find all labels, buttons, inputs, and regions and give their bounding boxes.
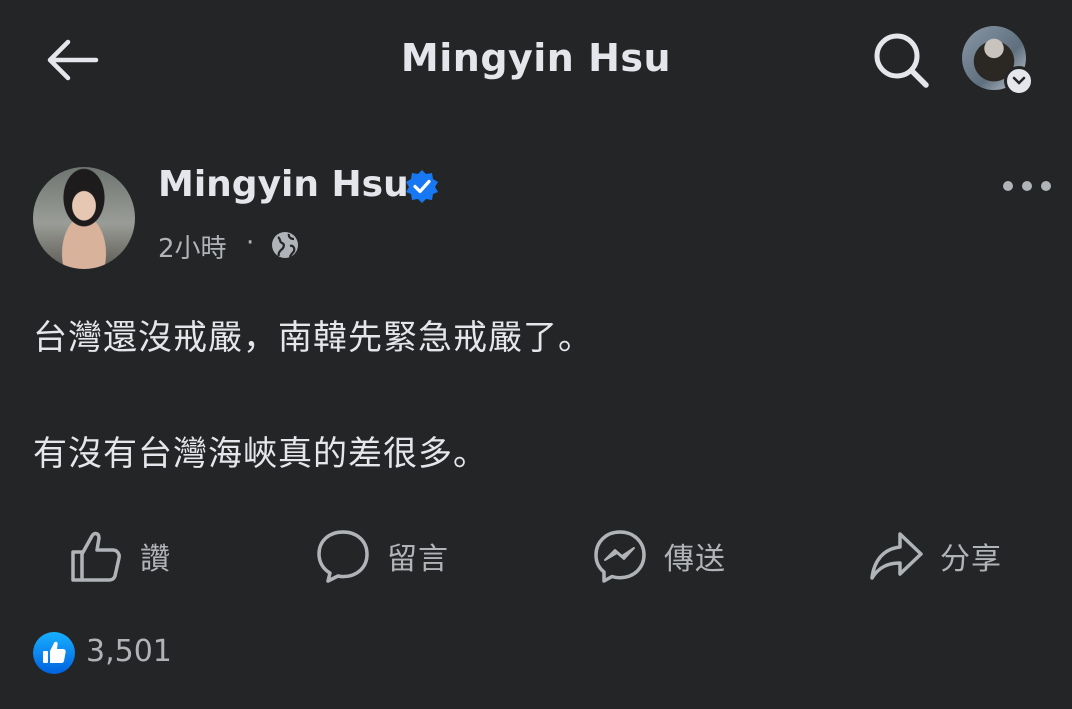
share-button[interactable]: 分享	[868, 525, 1002, 587]
chevron-down-icon[interactable]	[1004, 66, 1034, 96]
share-arrow-icon	[870, 532, 923, 580]
globe-icon	[272, 232, 298, 258]
comment-button[interactable]: 留言	[315, 525, 449, 587]
thumbs-up-icon	[71, 531, 121, 582]
comment-bubble-icon	[317, 530, 369, 583]
share-label: 分享	[940, 542, 1002, 577]
like-button[interactable]: 讚	[68, 525, 171, 587]
reaction-count[interactable]: 3,501	[86, 634, 172, 669]
send-button[interactable]: 傳送	[592, 525, 726, 587]
post-timestamp[interactable]: 2小時	[158, 228, 227, 265]
timestamp-separator: ·	[246, 228, 255, 258]
more-dots-icon	[1003, 181, 1051, 191]
post-text-line: 有沒有台灣海峽真的差很多。	[33, 434, 488, 474]
post-text-line: 台灣還沒戒嚴，南韓先緊急戒嚴了。	[33, 318, 593, 358]
search-icon	[874, 33, 929, 88]
author-avatar[interactable]	[33, 167, 135, 269]
verified-badge-icon	[406, 170, 438, 203]
comment-label: 留言	[387, 542, 449, 577]
more-options-button[interactable]	[996, 166, 1058, 206]
like-label: 讚	[140, 542, 171, 577]
like-reaction-icon[interactable]	[32, 631, 76, 675]
send-label: 傳送	[664, 542, 726, 577]
messenger-icon	[594, 530, 646, 583]
search-button[interactable]	[866, 28, 936, 92]
author-name[interactable]: Mingyin Hsu	[158, 164, 409, 205]
